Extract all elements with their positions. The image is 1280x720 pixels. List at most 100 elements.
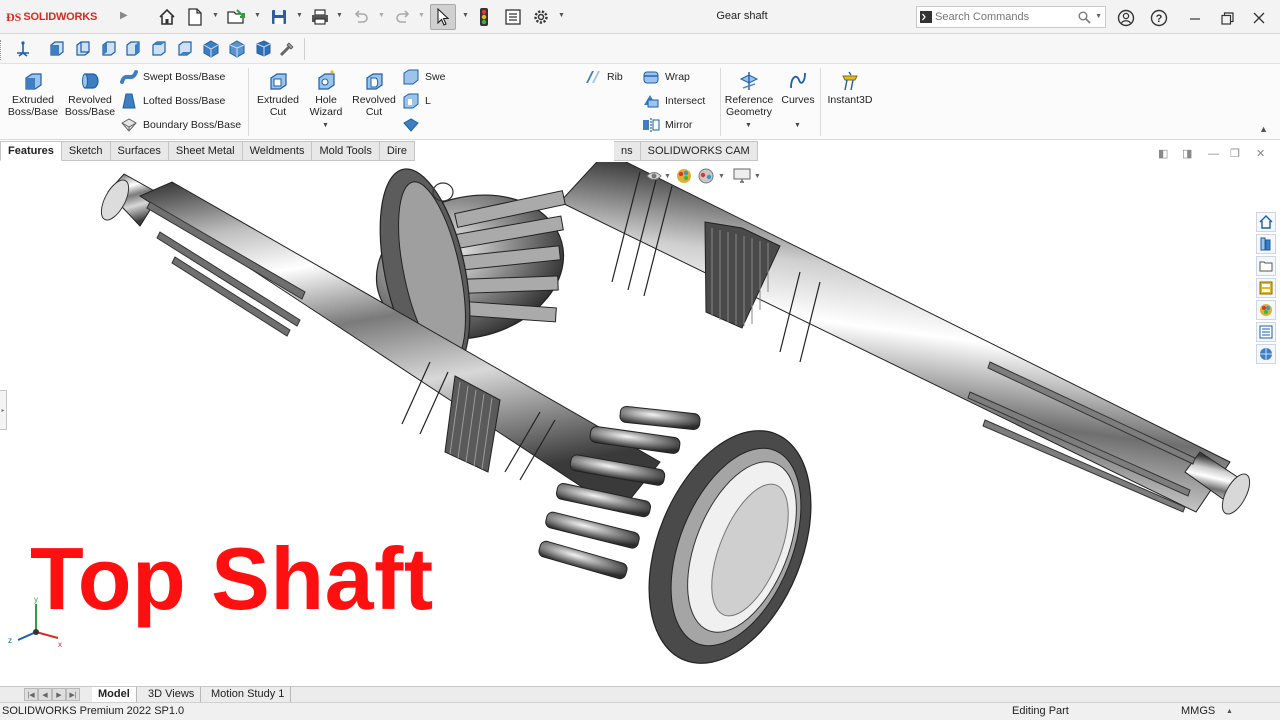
upper-shaft-part[interactable] bbox=[360, 162, 1255, 518]
normal-to-icon[interactable] bbox=[14, 40, 32, 58]
select-dropdown-icon[interactable]: ▼ bbox=[462, 12, 469, 19]
minimize-icon[interactable] bbox=[1184, 7, 1206, 29]
home-icon[interactable] bbox=[156, 5, 178, 29]
tab-hidden[interactable]: ns bbox=[614, 141, 641, 161]
revolved-cut-button[interactable]: Revolved Cut bbox=[348, 70, 400, 118]
search-input[interactable] bbox=[935, 11, 1065, 23]
feature-manager-toggle[interactable]: ▸ bbox=[0, 390, 7, 430]
swept-cut-button[interactable]: Swe bbox=[402, 68, 445, 86]
open-file-icon[interactable] bbox=[226, 5, 248, 29]
tab-3d-views[interactable]: 3D Views bbox=[142, 687, 202, 702]
extruded-cut-button[interactable]: Extruded Cut bbox=[252, 70, 304, 118]
tile-left-icon[interactable]: ◧ bbox=[1158, 147, 1168, 160]
solidworks-forum-icon[interactable] bbox=[1256, 344, 1276, 364]
trimetric-view-icon[interactable] bbox=[228, 40, 246, 58]
view-palette-icon[interactable] bbox=[1256, 278, 1276, 298]
tab-direct-editing[interactable]: Dire bbox=[379, 141, 416, 161]
design-library-icon[interactable] bbox=[1256, 234, 1276, 254]
redo-icon[interactable] bbox=[392, 5, 414, 29]
next-tab-icon[interactable]: ▶ bbox=[52, 688, 66, 701]
search-box[interactable]: ▼ bbox=[916, 6, 1106, 28]
swept-boss-base-button[interactable]: Swept Boss/Base bbox=[120, 68, 225, 86]
doc-minimize-icon[interactable]: — bbox=[1208, 148, 1219, 160]
close-icon[interactable] bbox=[1248, 7, 1270, 29]
solidworks-resources-icon[interactable] bbox=[1256, 212, 1276, 232]
hole-wizard-button[interactable]: Hole Wizard bbox=[304, 70, 348, 118]
help-icon[interactable]: ? bbox=[1148, 7, 1170, 29]
user-account-icon[interactable] bbox=[1115, 7, 1137, 29]
search-icon[interactable] bbox=[1078, 11, 1091, 27]
hide-show-items-icon[interactable] bbox=[646, 168, 662, 184]
tab-sketch[interactable]: Sketch bbox=[61, 141, 111, 161]
left-view-icon[interactable] bbox=[100, 40, 118, 58]
tab-motion-study[interactable]: Motion Study 1 bbox=[205, 687, 292, 702]
unit-system[interactable]: MMGS bbox=[1181, 705, 1215, 717]
extruded-boss-base-button[interactable]: Extruded Boss/Base bbox=[6, 70, 60, 118]
options-gear-icon[interactable] bbox=[530, 5, 552, 29]
rib-button[interactable]: Rib bbox=[584, 68, 623, 86]
file-properties-icon[interactable] bbox=[502, 5, 524, 29]
save-dropdown-icon[interactable]: ▼ bbox=[296, 12, 303, 19]
search-dropdown-icon[interactable]: ▼ bbox=[1095, 13, 1102, 20]
custom-properties-icon[interactable] bbox=[1256, 322, 1276, 342]
undo-icon[interactable] bbox=[350, 5, 372, 29]
options-dropdown-icon[interactable]: ▼ bbox=[558, 12, 565, 19]
lofted-boss-base-button[interactable]: Lofted Boss/Base bbox=[120, 92, 225, 110]
select-pointer-icon[interactable] bbox=[430, 4, 456, 30]
reference-geometry-button[interactable]: Reference Geometry bbox=[722, 70, 776, 118]
appearances-scenes-icon[interactable] bbox=[1256, 300, 1276, 320]
wrap-button[interactable]: Wrap bbox=[642, 68, 690, 86]
file-explorer-icon[interactable] bbox=[1256, 256, 1276, 276]
tab-weldments[interactable]: Weldments bbox=[242, 141, 313, 161]
menu-expand-icon[interactable]: ▶ bbox=[120, 10, 128, 21]
tile-right-icon[interactable]: ◨ bbox=[1182, 147, 1192, 160]
scene-dropdown-icon[interactable]: ▼ bbox=[718, 173, 725, 180]
view-settings-dropdown-icon[interactable]: ▼ bbox=[754, 173, 761, 180]
print-icon[interactable] bbox=[308, 5, 332, 29]
top-view-icon[interactable] bbox=[150, 40, 168, 58]
undo-dropdown-icon[interactable]: ▼ bbox=[378, 12, 385, 19]
new-dropdown-icon[interactable]: ▼ bbox=[212, 12, 219, 19]
tab-features[interactable]: Features bbox=[0, 141, 62, 161]
redo-dropdown-icon[interactable]: ▼ bbox=[418, 12, 425, 19]
curves-button[interactable]: Curves bbox=[778, 70, 818, 106]
curves-dropdown-icon[interactable]: ▼ bbox=[794, 122, 801, 129]
view-selector-icon[interactable] bbox=[278, 40, 296, 58]
ribbon-collapse-icon[interactable]: ▲ bbox=[1259, 124, 1268, 134]
doc-restore-icon[interactable]: ❐ bbox=[1230, 147, 1240, 160]
save-icon[interactable] bbox=[268, 5, 290, 29]
new-document-icon[interactable] bbox=[184, 5, 206, 29]
last-tab-icon[interactable]: ▶| bbox=[66, 688, 80, 701]
dimetric-view-icon[interactable] bbox=[254, 40, 272, 58]
tab-sheet-metal[interactable]: Sheet Metal bbox=[168, 141, 243, 161]
previous-tab-icon[interactable]: ◀ bbox=[38, 688, 52, 701]
boundary-boss-base-button[interactable]: Boundary Boss/Base bbox=[120, 116, 241, 134]
front-view-icon[interactable] bbox=[48, 40, 66, 58]
bottom-view-icon[interactable] bbox=[176, 40, 194, 58]
intersect-button[interactable]: Intersect bbox=[642, 92, 705, 110]
reference-geometry-dropdown-icon[interactable]: ▼ bbox=[745, 122, 752, 129]
lofted-cut-button[interactable]: L bbox=[402, 92, 431, 110]
isometric-view-icon[interactable] bbox=[202, 40, 220, 58]
boundary-cut-button[interactable] bbox=[402, 116, 420, 134]
hide-show-dropdown-icon[interactable]: ▼ bbox=[664, 173, 671, 180]
right-view-icon[interactable] bbox=[124, 40, 142, 58]
edit-appearance-icon[interactable] bbox=[675, 167, 693, 185]
restore-icon[interactable] bbox=[1216, 7, 1238, 29]
tab-model[interactable]: Model bbox=[92, 687, 137, 702]
mirror-button[interactable]: Mirror bbox=[642, 116, 692, 134]
instant3d-button[interactable]: Instant3D bbox=[824, 70, 876, 106]
tab-surfaces[interactable]: Surfaces bbox=[110, 141, 169, 161]
tab-mold-tools[interactable]: Mold Tools bbox=[312, 141, 380, 161]
open-dropdown-icon[interactable]: ▼ bbox=[254, 12, 261, 19]
rebuild-icon[interactable] bbox=[474, 5, 494, 29]
print-dropdown-icon[interactable]: ▼ bbox=[336, 12, 343, 19]
revolved-boss-base-button[interactable]: Revolved Boss/Base bbox=[62, 70, 118, 118]
first-tab-icon[interactable]: |◀ bbox=[24, 688, 38, 701]
hole-wizard-dropdown-icon[interactable]: ▼ bbox=[322, 122, 329, 129]
tab-solidworks-cam[interactable]: SOLIDWORKS CAM bbox=[640, 141, 758, 161]
graphics-area[interactable]: ▼ ▼ ▼ ◧ ◨ — ❐ ✕ ▸ Top Shaft y x z bbox=[0, 148, 1280, 686]
back-view-icon[interactable] bbox=[74, 40, 92, 58]
doc-close-icon[interactable]: ✕ bbox=[1256, 147, 1265, 160]
toolbar-grip[interactable] bbox=[0, 40, 3, 60]
